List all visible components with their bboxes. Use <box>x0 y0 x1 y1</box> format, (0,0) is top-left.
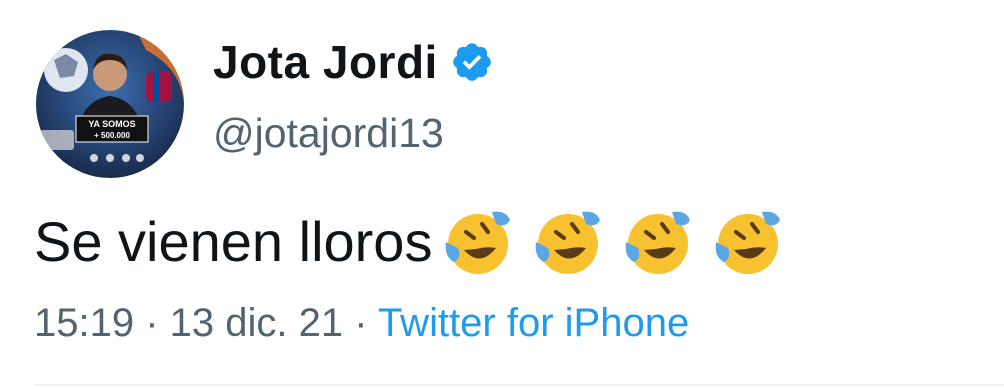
tweet-date[interactable]: 13 dic. 21 <box>170 301 343 345</box>
display-name[interactable]: Jota Jordi <box>213 34 494 90</box>
tweet-time[interactable]: 15:19 <box>34 301 134 345</box>
verified-badge-icon <box>450 40 494 84</box>
rolling-on-floor-laughing-icon <box>526 202 606 282</box>
avatar-banner-line1: YA SOMOS <box>88 119 135 129</box>
tweet-text: Se vienen lloros <box>34 210 433 273</box>
meta-separator: · <box>343 301 378 345</box>
divider <box>34 384 1004 386</box>
user-handle[interactable]: @jotajordi13 <box>213 108 444 158</box>
avatar[interactable]: YA SOMOS + 500.000 <box>36 30 184 178</box>
tweet-body: Se vienen lloros <box>34 202 796 282</box>
tweet-source-link[interactable]: Twitter for iPhone <box>378 301 689 345</box>
emoji-row <box>436 202 796 282</box>
display-name-text[interactable]: Jota Jordi <box>213 34 438 90</box>
meta-separator: · <box>134 301 170 345</box>
avatar-banner-line2: + 500.000 <box>94 131 130 140</box>
tweet-meta: 15:19 · 13 dic. 21 · Twitter for iPhone <box>34 298 689 348</box>
rolling-on-floor-laughing-icon <box>616 202 696 282</box>
rolling-on-floor-laughing-icon <box>706 202 786 282</box>
rolling-on-floor-laughing-icon <box>436 202 516 282</box>
